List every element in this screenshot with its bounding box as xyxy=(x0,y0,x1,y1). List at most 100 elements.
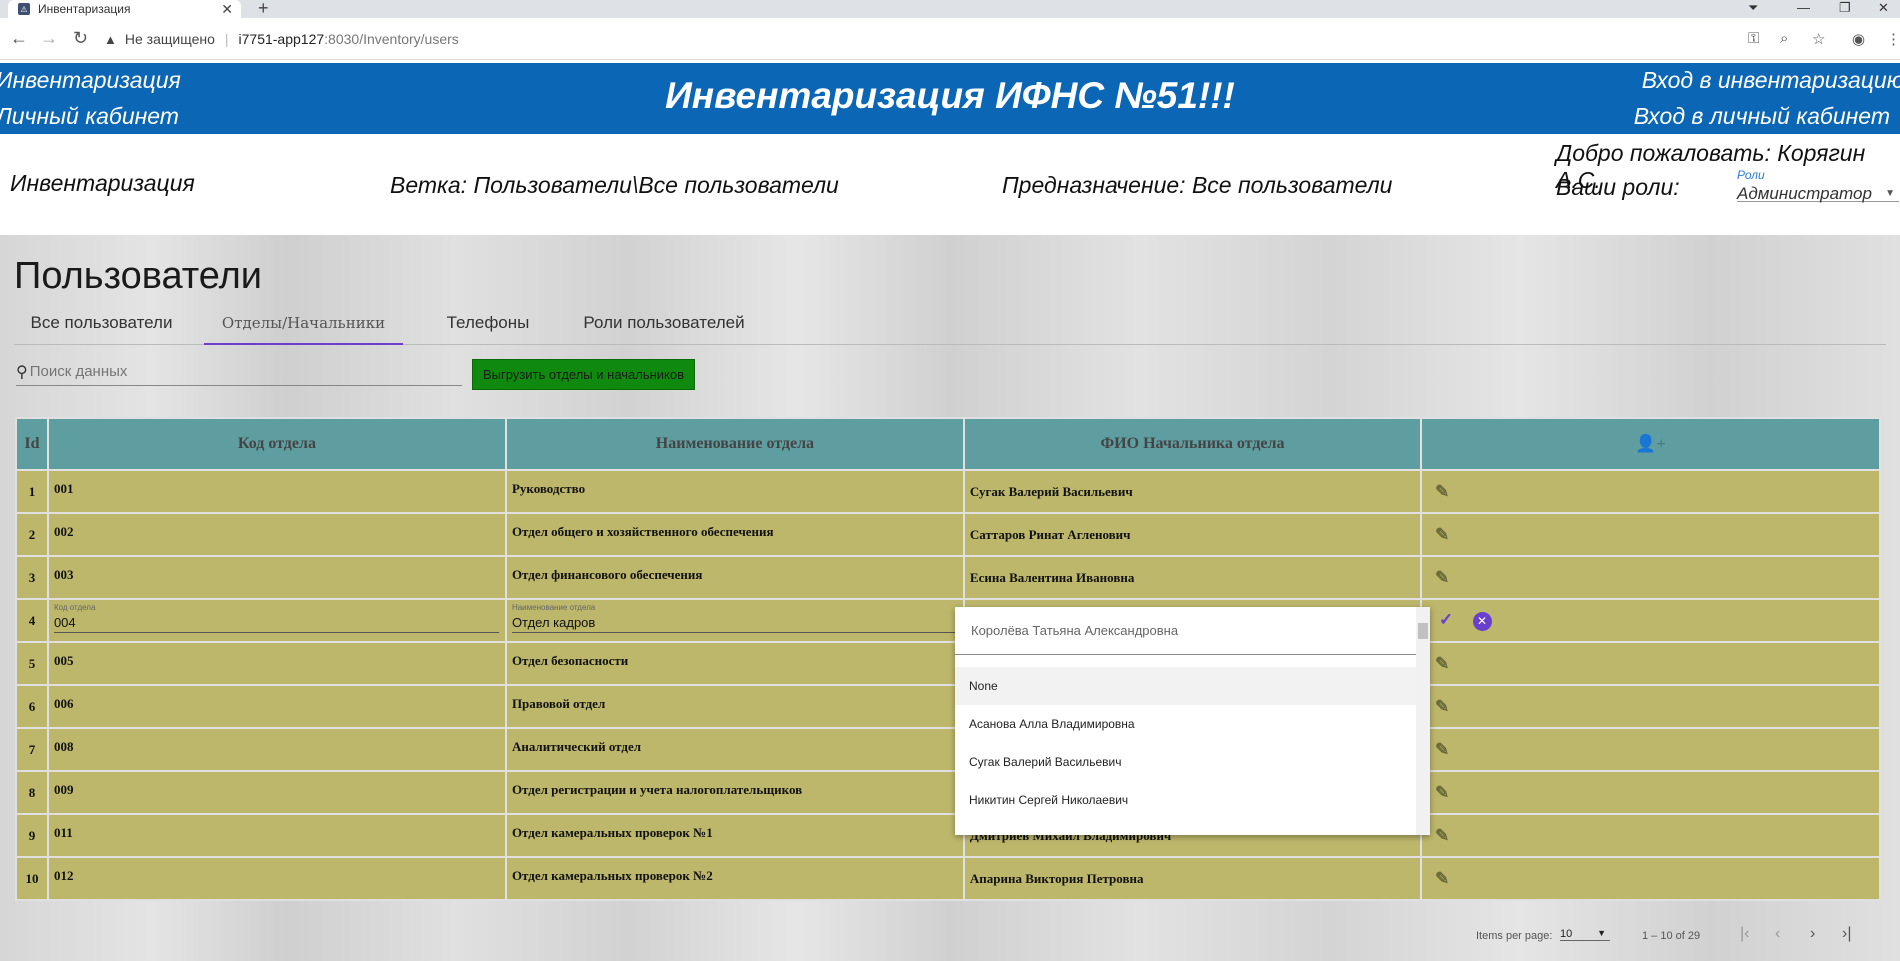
cell-id: 5 xyxy=(15,641,49,686)
edit-icon[interactable]: ✎ xyxy=(1435,826,1449,845)
cell-actions: ✎ xyxy=(1420,512,1881,557)
last-page-icon[interactable]: ›| xyxy=(1842,925,1851,943)
restore-icon[interactable]: ❐ xyxy=(1839,0,1851,18)
avatar[interactable]: ◉ xyxy=(1852,30,1865,48)
browser-tabbar: ⚠ Инвентаризация ✕ + ⏷ — ❐ ✕ xyxy=(0,0,1900,18)
first-page-icon[interactable]: |‹ xyxy=(1740,925,1749,943)
profile-menu-icon[interactable]: ⏷ xyxy=(1748,0,1758,18)
cancel-icon[interactable]: ✕ xyxy=(1472,612,1492,631)
table-row-editing: 4 Код отдела 004 Наименование отдела Отд… xyxy=(15,598,1881,643)
key-icon[interactable]: ⚿ xyxy=(1748,30,1759,47)
close-window-icon[interactable]: ✕ xyxy=(1878,0,1889,18)
edit-icon[interactable]: ✎ xyxy=(1435,869,1449,888)
edit-icon[interactable]: ✎ xyxy=(1435,654,1449,673)
page-size-select[interactable]: 10 ▼ xyxy=(1560,928,1610,941)
search-input[interactable] xyxy=(29,363,430,380)
prev-page-icon[interactable]: ‹ xyxy=(1775,925,1780,943)
browser-tab-title: Инвентаризация xyxy=(38,2,131,16)
cell-name-edit: Наименование отдела Отдел кадров xyxy=(504,598,965,643)
tab-departments[interactable]: Отделы/Начальники xyxy=(204,307,403,345)
close-tab-icon[interactable]: ✕ xyxy=(221,0,233,18)
items-per-page-label: Items per page: xyxy=(1476,930,1553,942)
cell-id: 7 xyxy=(15,727,49,772)
cell-code: 002 xyxy=(46,512,507,557)
cell-actions: ✎ xyxy=(1420,856,1881,901)
dropdown-option[interactable]: Никитин Сергей Николаевич xyxy=(955,781,1416,819)
header-add: 👤+ xyxy=(1420,417,1881,471)
browser-tab[interactable]: ⚠ Инвентаризация ✕ xyxy=(8,0,241,18)
roles-label: Ваши роли: xyxy=(1556,174,1680,200)
page-range: 1 – 10 of 29 xyxy=(1642,930,1701,942)
back-icon[interactable]: ← xyxy=(10,28,28,49)
cell-id: 10 xyxy=(15,856,49,901)
header-name[interactable]: Наименование отдела xyxy=(504,417,965,471)
dropdown-option[interactable]: Асанова Алла Владимировна xyxy=(955,705,1416,743)
search-icon: ⚲ xyxy=(16,363,28,381)
cell-code: 001 xyxy=(46,469,507,514)
cell-head: Сугак Валерий Васильевич xyxy=(962,469,1423,514)
zoom-icon[interactable]: ⌕ xyxy=(1780,30,1788,47)
info-bar: Инвентаризация Ветка: Пользователи\Все п… xyxy=(0,134,1900,234)
next-page-icon[interactable]: › xyxy=(1810,925,1815,943)
dropdown-option[interactable]: None xyxy=(955,667,1416,705)
cell-code: 008 xyxy=(46,727,507,772)
tab-all-users[interactable]: Все пользователи xyxy=(14,307,189,345)
cell-name: Отдел безопасности xyxy=(504,641,965,686)
edit-icon[interactable]: ✎ xyxy=(1435,740,1449,759)
table-row: 5 005 Отдел безопасности ✎ xyxy=(15,641,1881,686)
section-label: Инвентаризация xyxy=(10,170,195,196)
edit-icon[interactable]: ✎ xyxy=(1435,525,1449,544)
cell-name: Правовой отдел xyxy=(504,684,965,729)
dropdown-search-input[interactable]: Королёва Татьяна Александровна xyxy=(955,607,1416,655)
edit-icon[interactable]: ✎ xyxy=(1435,697,1449,716)
cell-name: Отдел камеральных проверок №1 xyxy=(504,813,965,858)
chevron-down-icon: ▼ xyxy=(1885,188,1895,199)
cell-head: Саттаров Ринат Агленович xyxy=(962,512,1423,557)
page-size-value: 10 xyxy=(1560,928,1573,940)
minimize-icon[interactable]: — xyxy=(1797,0,1810,18)
reload-icon[interactable]: ↻ xyxy=(73,28,88,49)
dropdown-option[interactable]: Сугак Валерий Васильевич xyxy=(955,743,1416,781)
forward-icon[interactable]: → xyxy=(40,28,58,49)
header-head[interactable]: ФИО Начальника отдела xyxy=(962,417,1423,471)
table-row: 6 006 Правовой отдел ✎ xyxy=(15,684,1881,729)
cell-id: 3 xyxy=(15,555,49,600)
page-title: Пользователи xyxy=(14,255,263,297)
code-input[interactable]: 004 xyxy=(53,615,499,633)
departments-table: Id Код отдела Наименование отдела ФИО На… xyxy=(15,417,1881,901)
dropdown-scrollbar[interactable] xyxy=(1416,607,1430,835)
cell-code: 003 xyxy=(46,555,507,600)
export-button[interactable]: Выгрузить отделы и начальников xyxy=(472,359,695,390)
login-cabinet-link[interactable]: Вход в личный кабинет xyxy=(1634,103,1890,130)
edit-icon[interactable]: ✎ xyxy=(1435,568,1449,587)
chevron-down-icon: ▼ xyxy=(1597,928,1606,938)
header-code[interactable]: Код отдела xyxy=(46,417,507,471)
cell-name: Отдел регистрации и учета налогоплательщ… xyxy=(504,770,965,815)
warning-icon: ▲ xyxy=(104,31,117,47)
cell-id: 6 xyxy=(15,684,49,729)
edit-icon[interactable]: ✎ xyxy=(1435,482,1449,501)
branch-label: Ветка: Пользователи\Все пользователи xyxy=(390,172,839,198)
roles-select[interactable]: Роли Администратор ▼ xyxy=(1737,168,1899,203)
menu-dots-icon[interactable]: ⋮ xyxy=(1886,30,1900,48)
confirm-check-icon[interactable]: ✓ xyxy=(1439,610,1453,629)
scrollbar-thumb[interactable] xyxy=(1418,623,1428,639)
cell-actions: ✎ xyxy=(1420,555,1881,600)
cell-id: 2 xyxy=(15,512,49,557)
edit-icon[interactable]: ✎ xyxy=(1435,783,1449,802)
header-id[interactable]: Id xyxy=(15,417,49,471)
table-row: 1 001 Руководство Сугак Валерий Васильев… xyxy=(15,469,1881,514)
name-input[interactable]: Отдел кадров xyxy=(511,615,957,633)
cell-id: 4 xyxy=(15,598,49,643)
bookmark-star-icon[interactable]: ☆ xyxy=(1812,30,1825,48)
login-inventory-link[interactable]: Вход в инвентаризацию xyxy=(1642,67,1900,94)
code-field-label: Код отдела xyxy=(53,602,96,612)
tab-user-roles[interactable]: Роли пользователей xyxy=(564,307,764,345)
cell-actions: ✓ ✕ xyxy=(1420,598,1881,643)
tab-phones[interactable]: Телефоны xyxy=(418,307,558,345)
cell-name: Отдел финансового обеспечения xyxy=(504,555,965,600)
url-field[interactable]: ▲ Не защищено | i7751-app127 :8030/Inven… xyxy=(104,24,1704,54)
add-user-icon[interactable]: 👤+ xyxy=(1635,434,1666,453)
new-tab-icon[interactable]: + xyxy=(258,0,269,19)
roles-field-label: Роли xyxy=(1737,168,1765,182)
